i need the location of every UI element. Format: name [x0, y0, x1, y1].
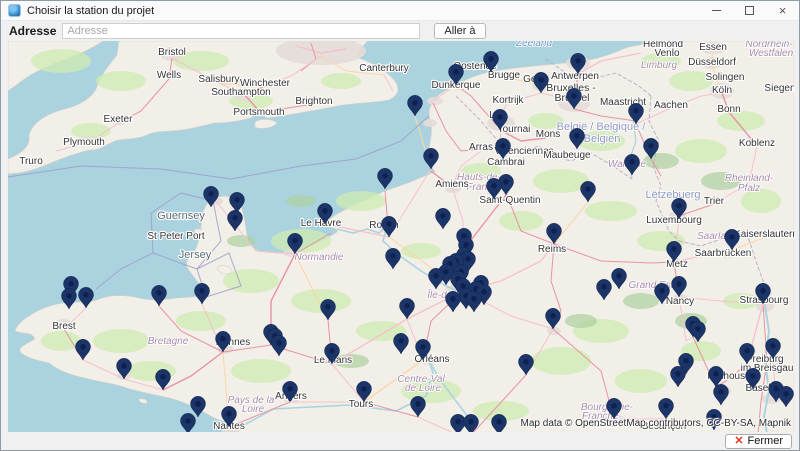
- map-label: Belgien: [584, 133, 621, 145]
- map-label: Kaiserslautern: [734, 229, 794, 240]
- map-viewport[interactable]: ZeelandNormandieBretagnePays de laLoireC…: [8, 41, 794, 434]
- fermer-button[interactable]: ✕ Fermer: [725, 434, 792, 449]
- map-label: Koblenz: [739, 138, 775, 149]
- map-label: Normandie: [295, 252, 344, 263]
- map-label: Limburg: [641, 60, 678, 71]
- map-label: Amiens: [435, 179, 468, 190]
- green-area: [321, 73, 361, 89]
- map-label: Bretagne: [148, 336, 189, 347]
- maximize-icon: [745, 6, 754, 15]
- green-area: [675, 139, 727, 163]
- green-area: [93, 329, 149, 353]
- forest-area: [623, 293, 659, 309]
- map-canvas[interactable]: ZeelandNormandieBretagnePays de laLoireC…: [8, 41, 794, 434]
- map-label: Cambrai: [487, 157, 525, 168]
- map-label: Nancy: [666, 296, 694, 307]
- window-controls: ×: [700, 1, 799, 20]
- map-label: Loire: [242, 404, 265, 415]
- map-label: Tours: [349, 399, 373, 410]
- green-area: [401, 243, 441, 259]
- green-area: [615, 369, 667, 393]
- map-label: Bonn: [717, 104, 740, 115]
- map-label: Lëtzebuerg: [645, 189, 700, 201]
- map-label: Saint-Quentin: [479, 195, 540, 206]
- map-label: Venlo: [654, 48, 679, 59]
- bottom-bar: ✕ Fermer: [1, 432, 799, 450]
- map-label: Southampton: [211, 87, 271, 98]
- map-attribution: Map data © OpenStreetMap contributors, C…: [521, 418, 791, 429]
- map-label: Solingen: [706, 72, 745, 83]
- map-label: Saarbrücken: [695, 248, 752, 259]
- map-label: St Peter Port: [147, 231, 204, 242]
- address-label: Adresse: [9, 24, 56, 38]
- map-label: Reims: [538, 244, 566, 255]
- green-area: [31, 49, 91, 73]
- map-label: België / Belgique /: [557, 121, 647, 133]
- map-label: Maubeuge: [543, 150, 591, 161]
- maximize-button[interactable]: [733, 1, 766, 20]
- green-area: [231, 359, 291, 383]
- map-label: Exeter: [104, 114, 134, 125]
- minimize-button[interactable]: [700, 1, 733, 20]
- green-area: [41, 331, 81, 351]
- map-label: Metz: [666, 259, 688, 270]
- forest-area: [286, 195, 316, 207]
- map-label: Brugge: [488, 70, 521, 81]
- map-label: Mons: [536, 129, 560, 140]
- map-label: Orléans: [414, 354, 449, 365]
- map-label: Köln: [712, 85, 732, 96]
- map-label: Basel: [745, 383, 770, 394]
- map-label: Guernsey: [157, 210, 205, 222]
- close-button[interactable]: ×: [766, 1, 799, 20]
- green-area: [96, 71, 146, 91]
- map-label: Le Havre: [301, 218, 342, 229]
- map-label: Zeeland: [515, 41, 553, 49]
- map-label: Kortrijk: [492, 95, 524, 106]
- map-label: Pfalz: [738, 183, 760, 194]
- address-input[interactable]: [62, 23, 420, 39]
- map-label: Portsmouth: [233, 107, 284, 118]
- close-icon: ×: [779, 4, 787, 17]
- map-label: de Loire: [405, 383, 442, 394]
- red-close-x-icon: ✕: [734, 436, 743, 447]
- map-label: Wells: [157, 70, 181, 81]
- map-label: Luxembourg: [646, 215, 702, 226]
- map-label: Plymouth: [63, 137, 105, 148]
- map-label: Brighton: [295, 96, 332, 107]
- green-area: [176, 311, 226, 331]
- map-label: Brest: [52, 321, 76, 332]
- map-label: Aachen: [654, 100, 688, 111]
- titlebar[interactable]: Choisir la station du projet ×: [1, 1, 799, 21]
- app-icon: [8, 4, 21, 17]
- map-label: Trier: [704, 196, 725, 207]
- map-label: Antwerpen: [551, 71, 599, 82]
- map-label: Canterbury: [359, 63, 408, 74]
- window-title: Choisir la station du projet: [27, 5, 700, 17]
- green-area: [499, 211, 543, 231]
- map-label: Arras: [469, 142, 493, 153]
- map-label: Bristol: [158, 47, 186, 58]
- forest-area: [643, 153, 679, 169]
- address-toolbar: Adresse Aller à: [1, 21, 799, 41]
- dialog-window: Choisir la station du projet × Adresse A…: [0, 0, 800, 451]
- map-label: Salisbury: [198, 74, 239, 85]
- map-label: Essen: [699, 42, 727, 53]
- map-label: Jersey: [179, 249, 212, 261]
- map-label: Düsseldorf: [688, 57, 736, 68]
- map-label: Siegen: [764, 83, 794, 94]
- green-area: [336, 191, 386, 211]
- map-label: Westfalen: [749, 48, 794, 59]
- minimize-icon: [712, 10, 721, 11]
- forest-area: [565, 314, 597, 328]
- urban-area: [423, 119, 437, 127]
- fermer-button-label: Fermer: [748, 435, 783, 447]
- go-to-button[interactable]: Aller à: [434, 23, 485, 39]
- map-label: Truro: [19, 156, 43, 167]
- urban-area: [427, 97, 443, 105]
- green-area: [585, 201, 637, 221]
